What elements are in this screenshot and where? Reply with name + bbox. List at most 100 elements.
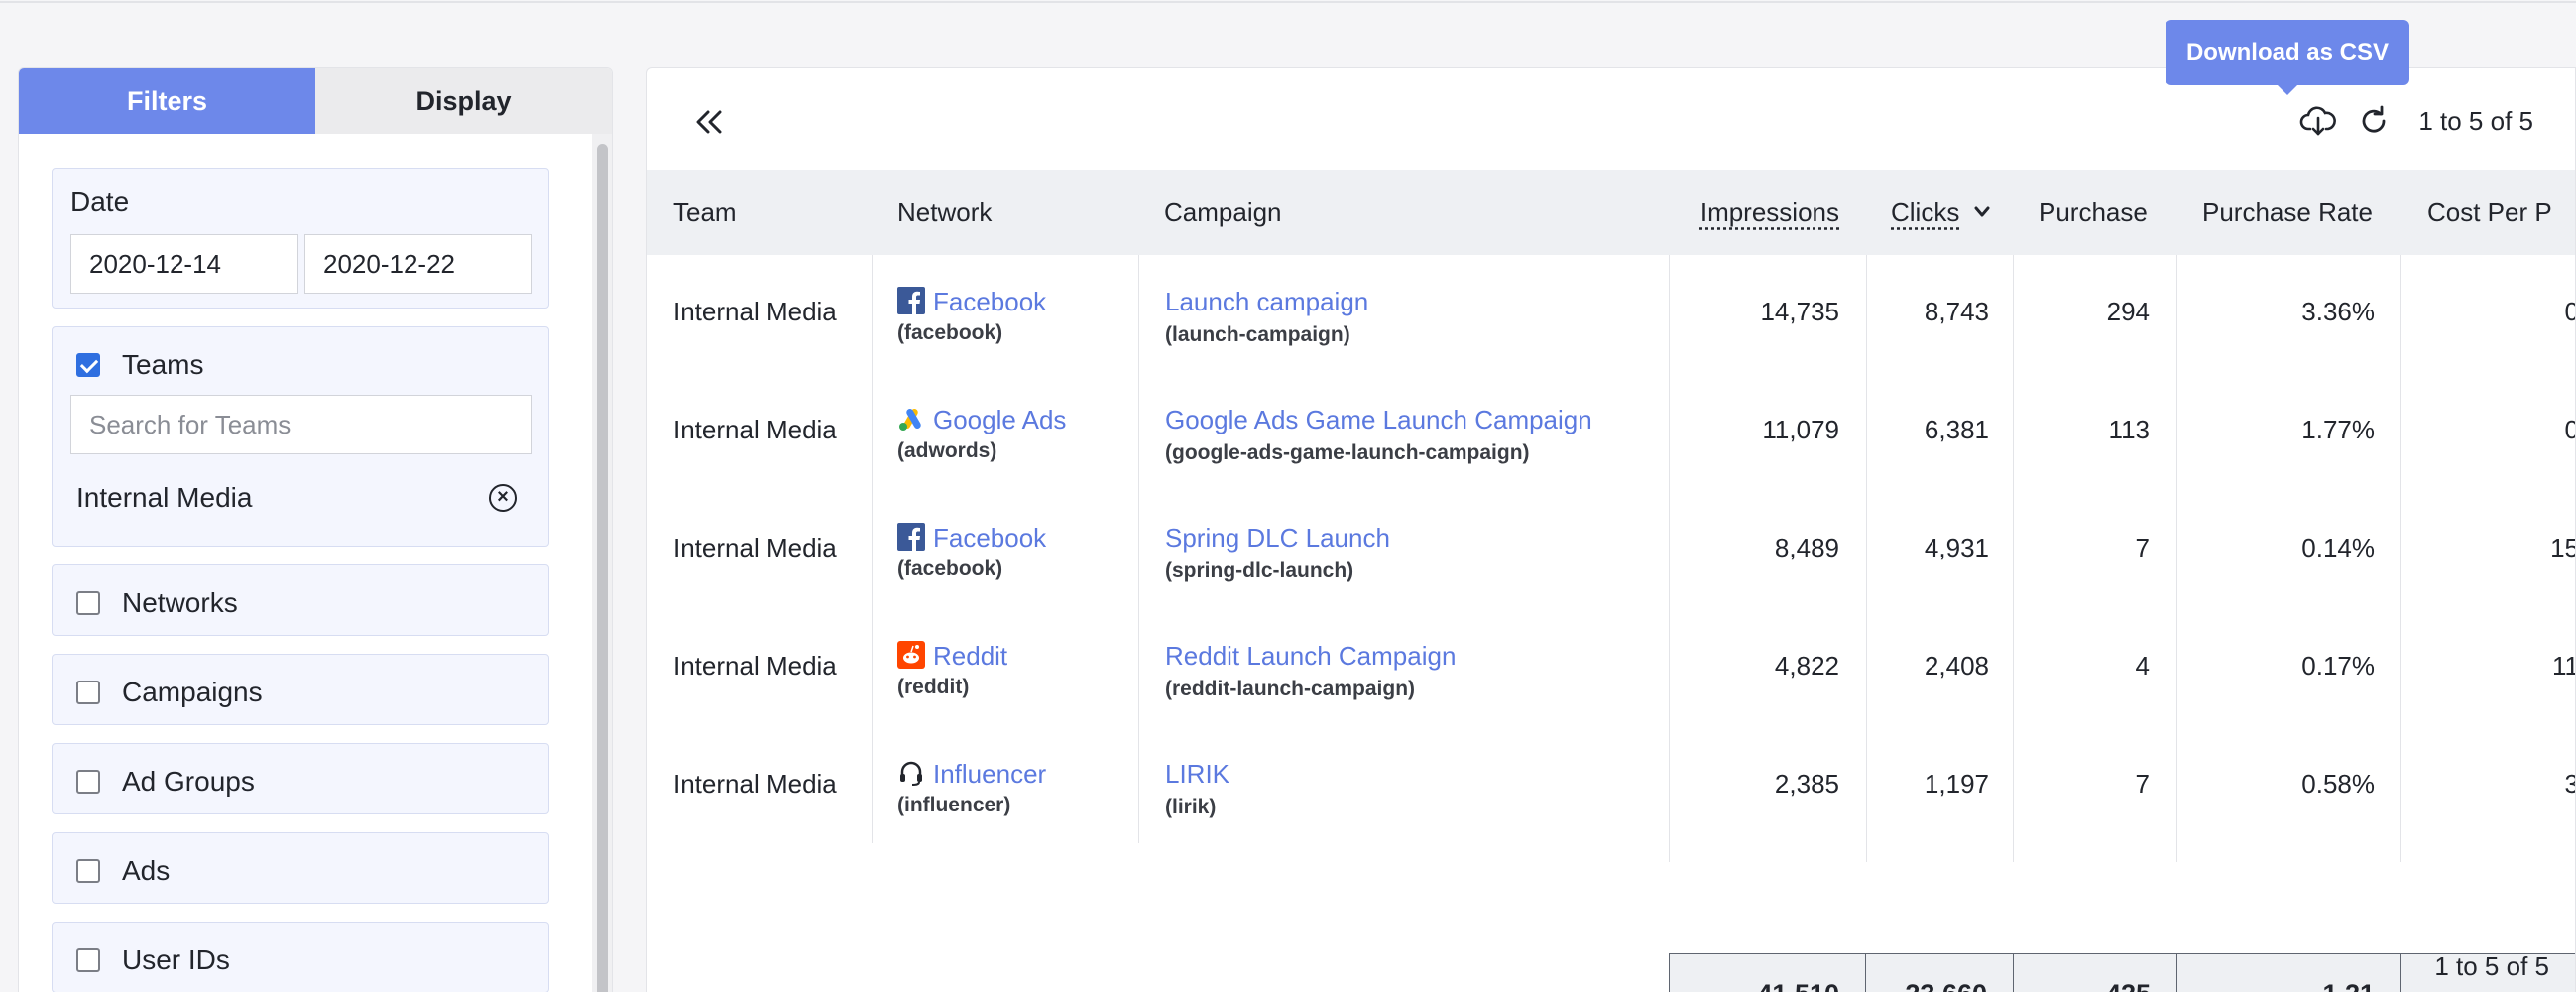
sidebar-tabs: Filters Display bbox=[19, 68, 612, 134]
cell-impressions: 11,079 bbox=[1669, 415, 1839, 445]
header-impressions[interactable]: Impressions bbox=[1639, 170, 1839, 255]
networks-filter[interactable]: Networks bbox=[52, 564, 549, 636]
cell-network: Facebook (facebook) bbox=[897, 523, 1046, 581]
network-link[interactable]: Reddit bbox=[933, 641, 1007, 671]
download-csv-icon[interactable] bbox=[2299, 102, 2337, 140]
table-row[interactable]: Internal Media Facebook (facebook) Launc… bbox=[647, 255, 2576, 372]
header-purchase-rate[interactable]: Purchase Rate bbox=[2202, 170, 2373, 255]
cell-purchase: 294 bbox=[2013, 297, 2150, 327]
teams-toggle[interactable]: Teams bbox=[76, 349, 203, 381]
cell-purchase: 7 bbox=[2013, 533, 2150, 563]
campaign-id: (spring-dlc-launch) bbox=[1165, 559, 1390, 583]
table-row[interactable]: Internal Media Reddit (reddit) Reddit La… bbox=[647, 609, 2576, 726]
report-table: Team Network Campaign Impressions Clicks… bbox=[647, 170, 2576, 255]
google-ads-icon bbox=[897, 405, 933, 434]
table-header: Team Network Campaign Impressions Clicks… bbox=[647, 170, 2576, 255]
cell-purchase: 7 bbox=[2013, 769, 2150, 800]
campaigns-filter[interactable]: Campaigns bbox=[52, 654, 549, 725]
refresh-icon[interactable] bbox=[2355, 102, 2393, 140]
network-id: (adwords) bbox=[897, 439, 1066, 463]
table-row[interactable]: Internal Media Facebook (facebook) Sprin… bbox=[647, 491, 2576, 608]
ad-groups-checkbox[interactable] bbox=[76, 770, 100, 794]
cell-campaign: Google Ads Game Launch Campaign (google-… bbox=[1165, 405, 1592, 465]
teams-checkbox[interactable] bbox=[76, 353, 100, 377]
total-clicks: 23,660 bbox=[1865, 953, 2014, 992]
campaign-link[interactable]: Google Ads Game Launch Campaign bbox=[1165, 405, 1592, 435]
start-date-input[interactable]: 2020-12-14 bbox=[70, 234, 298, 294]
reddit-icon bbox=[897, 641, 933, 671]
campaign-link[interactable]: Launch campaign bbox=[1165, 287, 1368, 317]
sidebar-scrollbar[interactable] bbox=[592, 134, 612, 992]
sort-desc-icon[interactable] bbox=[1973, 205, 1991, 219]
cell-network: Reddit (reddit) bbox=[897, 641, 1007, 699]
filter-sidebar: Filters Display Date 2020-12-14 2020-12-… bbox=[18, 67, 613, 992]
table-row[interactable]: Internal Media Google Ads (adwords) Goog… bbox=[647, 373, 2576, 490]
facebook-icon bbox=[897, 287, 933, 316]
ads-checkbox[interactable] bbox=[76, 859, 100, 883]
cell-cost-per: 15 bbox=[2400, 533, 2576, 563]
network-id: (influencer) bbox=[897, 794, 1046, 817]
remove-team-icon[interactable]: × bbox=[489, 484, 517, 512]
collapse-sidebar-icon[interactable] bbox=[691, 104, 727, 140]
cell-campaign: Launch campaign (launch-campaign) bbox=[1165, 287, 1368, 347]
campaign-link[interactable]: Reddit Launch Campaign bbox=[1165, 641, 1456, 672]
user-ids-checkbox[interactable] bbox=[76, 948, 100, 972]
cell-purchase-rate: 0.14% bbox=[2176, 533, 2375, 563]
pager-bottom: 1 to 5 of 5 bbox=[2434, 951, 2549, 982]
networks-checkbox[interactable] bbox=[76, 591, 100, 615]
cell-clicks: 8,743 bbox=[1866, 297, 1989, 327]
cell-impressions: 14,735 bbox=[1669, 297, 1839, 327]
cell-team: Internal Media bbox=[673, 415, 837, 445]
cell-clicks: 4,931 bbox=[1866, 533, 1989, 563]
cell-network: Google Ads (adwords) bbox=[897, 405, 1066, 463]
networks-label: Networks bbox=[122, 587, 238, 619]
cell-cost-per: 0 bbox=[2400, 297, 2576, 327]
cell-network: Facebook (facebook) bbox=[897, 287, 1046, 345]
tab-display[interactable]: Display bbox=[315, 68, 612, 134]
header-network[interactable]: Network bbox=[897, 170, 992, 255]
cell-cost-per: 0 bbox=[2400, 415, 2576, 445]
cell-impressions: 2,385 bbox=[1669, 769, 1839, 800]
network-id: (reddit) bbox=[897, 676, 1007, 699]
ads-filter[interactable]: Ads bbox=[52, 832, 549, 904]
tab-filters[interactable]: Filters bbox=[19, 68, 315, 134]
header-clicks[interactable]: Clicks bbox=[1891, 170, 1991, 255]
cell-impressions: 8,489 bbox=[1669, 533, 1839, 563]
network-link[interactable]: Influencer bbox=[933, 759, 1046, 789]
network-link[interactable]: Facebook bbox=[933, 287, 1046, 316]
cell-team: Internal Media bbox=[673, 769, 837, 800]
teams-filter: Teams Search for Teams Internal Media × bbox=[52, 326, 549, 547]
total-purchase: 425 bbox=[2013, 953, 2177, 992]
header-team[interactable]: Team bbox=[673, 170, 737, 255]
table-row[interactable]: Internal Media Influencer (influencer) L… bbox=[647, 727, 2576, 844]
user-ids-filter[interactable]: User IDs bbox=[52, 922, 549, 992]
cell-team: Internal Media bbox=[673, 533, 837, 563]
campaigns-label: Campaigns bbox=[122, 677, 263, 708]
network-link[interactable]: Facebook bbox=[933, 523, 1046, 553]
total-impressions: 41,510 bbox=[1669, 953, 1866, 992]
cell-purchase: 4 bbox=[2013, 651, 2150, 682]
ads-label: Ads bbox=[122, 855, 170, 887]
header-purchase[interactable]: Purchase bbox=[2039, 170, 2148, 255]
top-divider bbox=[0, 0, 2576, 3]
selected-team-label: Internal Media bbox=[76, 482, 252, 514]
campaign-link[interactable]: Spring DLC Launch bbox=[1165, 523, 1390, 554]
cell-purchase: 113 bbox=[2013, 415, 2150, 445]
network-link[interactable]: Google Ads bbox=[933, 405, 1066, 434]
header-impressions-label: Impressions bbox=[1700, 197, 1839, 227]
cell-purchase-rate: 1.77% bbox=[2176, 415, 2375, 445]
user-ids-label: User IDs bbox=[122, 944, 230, 976]
ad-groups-filter[interactable]: Ad Groups bbox=[52, 743, 549, 814]
end-date-input[interactable]: 2020-12-22 bbox=[304, 234, 532, 294]
network-id: (facebook) bbox=[897, 321, 1046, 345]
campaigns-checkbox[interactable] bbox=[76, 681, 100, 704]
campaign-link[interactable]: LIRIK bbox=[1165, 759, 1229, 790]
cell-team: Internal Media bbox=[673, 651, 837, 682]
teams-search-input[interactable]: Search for Teams bbox=[70, 395, 532, 454]
header-campaign[interactable]: Campaign bbox=[1164, 170, 1282, 255]
header-cost-per[interactable]: Cost Per P bbox=[2427, 170, 2552, 255]
ad-groups-label: Ad Groups bbox=[122, 766, 255, 798]
cell-network: Influencer (influencer) bbox=[897, 759, 1046, 817]
sidebar-scroll-thumb[interactable] bbox=[597, 144, 608, 992]
total-purchase-rate: 1.21 bbox=[2176, 953, 2401, 992]
